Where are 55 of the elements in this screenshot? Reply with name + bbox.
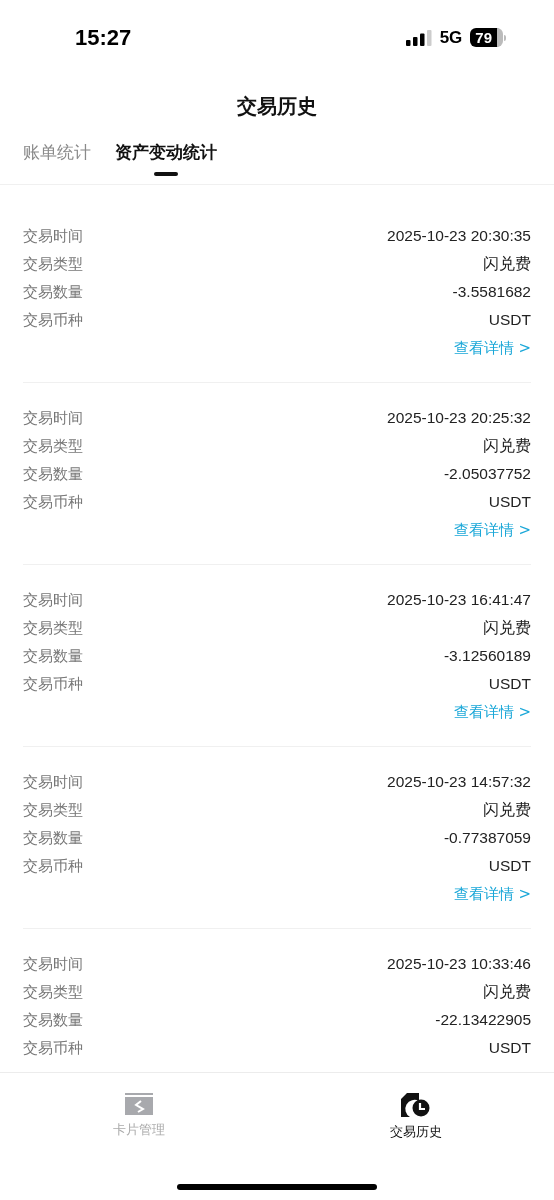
- field-value: USDT: [488, 675, 531, 693]
- nav-item[interactable]: 卡片管理: [72, 1093, 205, 1141]
- field-label: 交易类型: [23, 982, 83, 1002]
- field-value: 闪兑费: [483, 435, 531, 456]
- field-label: 交易时间: [23, 772, 83, 792]
- network-label: 5G: [439, 27, 463, 48]
- field-label: 交易币种: [23, 492, 83, 512]
- field-value: USDT: [488, 311, 531, 329]
- field-value: 闪兑费: [483, 799, 531, 820]
- page-title: 交易历史: [236, 93, 318, 120]
- field-label: 交易币种: [23, 856, 83, 876]
- field-label: 交易数量: [23, 646, 83, 666]
- field-label: 交易时间: [23, 226, 83, 246]
- details-link[interactable]: 查看详情 >: [453, 702, 531, 722]
- document-clock-icon: [400, 1093, 431, 1117]
- field-value: -2.05037752: [443, 465, 531, 483]
- field-label: 交易时间: [23, 590, 83, 610]
- details-link[interactable]: 查看详情 >: [453, 338, 531, 358]
- field-value: 2025-10-23 20:30:35: [387, 227, 531, 245]
- field-value: USDT: [488, 1039, 531, 1057]
- field-label: 交易类型: [23, 254, 83, 274]
- details-link[interactable]: 查看详情 >: [453, 520, 531, 540]
- status-time: 15:27: [75, 24, 132, 51]
- battery-level: 79: [470, 28, 503, 47]
- field-value: -3.5581682: [452, 283, 531, 301]
- tab[interactable]: 资产变动统计: [115, 141, 217, 184]
- field-value: 2025-10-23 14:57:32: [387, 773, 531, 791]
- field-value: 闪兑费: [483, 617, 531, 638]
- field-label: 交易币种: [23, 1038, 83, 1058]
- field-label: 交易数量: [23, 464, 83, 484]
- field-value: 2025-10-23 16:41:47: [387, 591, 531, 609]
- field-value: -22.13422905: [435, 1011, 531, 1029]
- field-value: 2025-10-23 10:33:46: [387, 955, 531, 973]
- field-label: 交易数量: [23, 1010, 83, 1030]
- field-value: -3.12560189: [443, 647, 531, 665]
- field-label: 交易类型: [23, 800, 83, 820]
- tab[interactable]: 账单统计: [23, 141, 91, 184]
- signal-icon: [405, 29, 432, 46]
- field-label: 交易数量: [23, 828, 83, 848]
- details-link[interactable]: 查看详情 >: [453, 884, 531, 904]
- field-value: USDT: [488, 493, 531, 511]
- field-value: 闪兑费: [483, 253, 531, 274]
- field-label: 交易币种: [23, 674, 83, 694]
- field-value: 闪兑费: [483, 981, 531, 1002]
- field-label: 交易类型: [23, 436, 83, 456]
- field-label: 交易类型: [23, 618, 83, 638]
- field-value: USDT: [488, 857, 531, 875]
- card-icon: [124, 1093, 153, 1115]
- field-value: -0.77387059: [443, 829, 531, 847]
- field-label: 交易数量: [23, 282, 83, 302]
- field-value: 2025-10-23 20:25:32: [387, 409, 531, 427]
- nav-item[interactable]: 交易历史: [349, 1093, 482, 1141]
- field-label: 交易时间: [23, 954, 83, 974]
- field-label: 交易币种: [23, 310, 83, 330]
- field-label: 交易时间: [23, 408, 83, 428]
